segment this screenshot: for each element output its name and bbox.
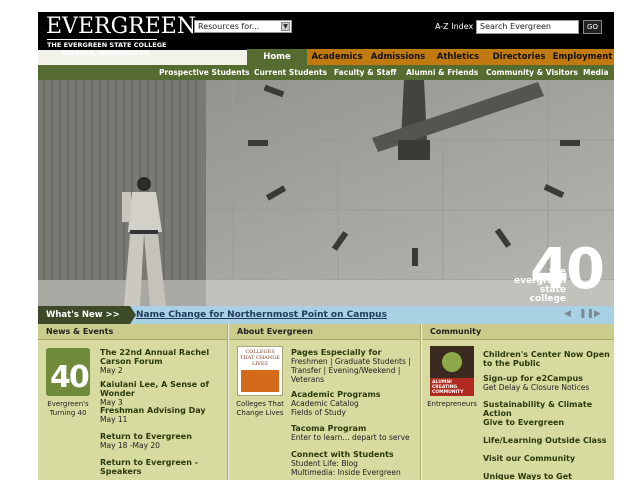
subnav-faculty-staff[interactable]: Faculty & Staff (334, 65, 396, 80)
colleges-book-cover[interactable]: COLLEGES THAT CHANGE LIVES (237, 346, 283, 396)
news-item-date: May 18 -May 20 (100, 441, 160, 450)
whats-new-headline-link[interactable]: Name Change for Northernmost Point on Ca… (136, 306, 387, 324)
previous-icon[interactable]: ◀ (564, 309, 571, 319)
list-item: Return to Evergreen May 18 -May 20 (100, 425, 224, 451)
resources-dropdown[interactable]: Resources for... ▼ (194, 20, 292, 33)
subnav-current-students[interactable]: Current Students (254, 65, 327, 80)
poster-emblem (442, 352, 462, 372)
book-title: COLLEGES THAT CHANGE LIVES (240, 349, 280, 367)
next-icon[interactable]: ▶ (594, 309, 601, 319)
poster-text: ALUMNI CREATING COMMUNITY (430, 378, 474, 396)
news-item-title[interactable]: The 22nd Annual Rachel Carson Forum (100, 348, 224, 366)
news-item-title[interactable]: Return to Evergreen (100, 432, 224, 441)
az-index-link[interactable]: A-Z Index (435, 22, 473, 31)
pause-icon[interactable]: ❚❚ (579, 309, 594, 319)
news-item-date: May 11 (100, 415, 128, 424)
nav-tab-academics[interactable]: Academics (307, 49, 367, 65)
whats-new-bar: What's New >> Name Change for Northernmo… (38, 306, 614, 324)
about-list: Pages Especially for Freshmen | Graduate… (291, 348, 417, 477)
about-section-links[interactable]: Enter to learn... depart to serve (291, 433, 417, 442)
about-section-heading[interactable]: Tacoma Program (291, 424, 417, 433)
news-item-title[interactable]: Freshman Advising Day (100, 406, 224, 415)
hero-anniversary-number: 40 (530, 237, 605, 302)
community-item-sub: Get Delay & Closure Notices (483, 383, 590, 392)
news-events-column: News & Events 40 Evergreen's Turning 40 … (38, 324, 228, 480)
about-section-links[interactable]: Student Life: Blog Multimedia: Inside Ev… (291, 459, 417, 477)
resources-dropdown-value: Resources for... (198, 22, 260, 31)
search-input[interactable]: Search Evergreen (476, 20, 579, 34)
subnav-community-visitors[interactable]: Community & Visitors (486, 65, 578, 80)
list-item: Connect with Students Student Life: Blog… (291, 450, 417, 477)
list-item: Sustainability & Climate Action (483, 400, 611, 418)
subnav-prospective-students[interactable]: Prospective Students (159, 65, 250, 80)
college-location: OLYMPIA, WASHINGTON (62, 49, 150, 57)
community-item-title[interactable]: Unique Ways to Get Involved (483, 472, 611, 480)
list-item: Academic Programs Academic Catalog Field… (291, 390, 417, 424)
list-item: Life/Learning Outside Class (483, 436, 611, 454)
nav-tab-directories[interactable]: Directories (487, 49, 551, 65)
community-item-title[interactable]: Give to Evergreen (483, 418, 611, 427)
about-evergreen-heading: About Evergreen (229, 324, 420, 340)
community-item-title[interactable]: Children's Center Now Open to the Public (483, 350, 611, 368)
community-column: Community ALUMNI CREATING COMMUNITY Entr… (422, 324, 614, 480)
list-item: Kaiulani Lee, A Sense of Wonder May 3 (100, 373, 224, 407)
list-item: Tacoma Program Enter to learn... depart … (291, 424, 417, 450)
list-item: Sign-up for e2Campus Get Delay & Closure… (483, 374, 611, 400)
community-heading: Community (422, 324, 614, 340)
nav-tab-home[interactable]: Home (247, 49, 307, 65)
community-item-title[interactable]: Sustainability & Climate Action (483, 400, 611, 418)
list-item: Give to Evergreen (483, 418, 611, 436)
page: EVERGREEN THE EVERGREEN STATE COLLEGE OL… (38, 12, 614, 480)
hero-banner[interactable]: the evergreen state college 40 (38, 80, 614, 306)
site-logo[interactable]: EVERGREEN (46, 14, 196, 40)
community-item-title[interactable]: Visit our Community (483, 454, 611, 463)
nav-tab-employment[interactable]: Employment (551, 49, 614, 65)
turning-40-badge[interactable]: 40 (46, 348, 90, 396)
list-item: Pages Especially for Freshmen | Graduate… (291, 348, 417, 390)
community-list: Children's Center Now Open to the Public… (483, 350, 611, 480)
community-item-title[interactable]: Life/Learning Outside Class (483, 436, 611, 445)
subnav-media[interactable]: Media (583, 65, 609, 80)
audience-nav: Prospective Students Current Students Fa… (38, 65, 614, 80)
site-header: EVERGREEN THE EVERGREEN STATE COLLEGE OL… (38, 12, 614, 57)
book-caption[interactable]: Colleges That Change Lives (235, 400, 285, 418)
nav-tab-admissions[interactable]: Admissions (367, 49, 429, 65)
list-item: Visit our Community (483, 454, 611, 472)
about-section-heading[interactable]: Connect with Students (291, 450, 417, 459)
news-list: The 22nd Annual Rachel Carson Forum May … (100, 348, 224, 476)
college-name: THE EVERGREEN STATE COLLEGE (47, 41, 167, 49)
about-section-heading[interactable]: Academic Programs (291, 390, 417, 399)
chevron-down-icon[interactable]: ▼ (281, 22, 290, 31)
about-section-links[interactable]: Freshmen | Graduate Students | Transfer … (291, 357, 417, 384)
turning-40-caption[interactable]: Evergreen's Turning 40 (44, 400, 92, 418)
news-events-heading: News & Events (38, 324, 227, 340)
book-cover-panel (241, 370, 279, 392)
logo-rule (47, 39, 157, 40)
list-item: The 22nd Annual Rachel Carson Forum May … (100, 348, 224, 375)
list-item: Unique Ways to Get Involved (483, 472, 611, 480)
turning-40-number: 40 (50, 360, 90, 395)
about-section-heading[interactable]: Pages Especially for (291, 348, 417, 357)
news-item-title[interactable]: Return to Evergreen - Speakers (100, 458, 224, 476)
nav-tab-athletics[interactable]: Athletics (429, 49, 487, 65)
whats-new-label: What's New >> (38, 306, 130, 324)
list-item: Children's Center Now Open to the Public (483, 350, 611, 374)
news-item-title[interactable]: Kaiulani Lee, A Sense of Wonder (100, 380, 224, 398)
poster-caption[interactable]: Entrepreneurs (426, 400, 478, 409)
community-item-title[interactable]: Sign-up for e2Campus (483, 374, 611, 383)
main-nav: Home Academics Admissions Athletics Dire… (247, 49, 614, 65)
list-item: Return to Evergreen - Speakers (100, 451, 224, 476)
about-evergreen-column: About Evergreen COLLEGES THAT CHANGE LIV… (229, 324, 421, 480)
alumni-poster[interactable]: ALUMNI CREATING COMMUNITY (430, 346, 474, 396)
about-section-links[interactable]: Academic Catalog Fields of Study (291, 399, 417, 417)
subnav-alumni-friends[interactable]: Alumni & Friends (406, 65, 478, 80)
go-button[interactable]: GO (583, 20, 602, 34)
